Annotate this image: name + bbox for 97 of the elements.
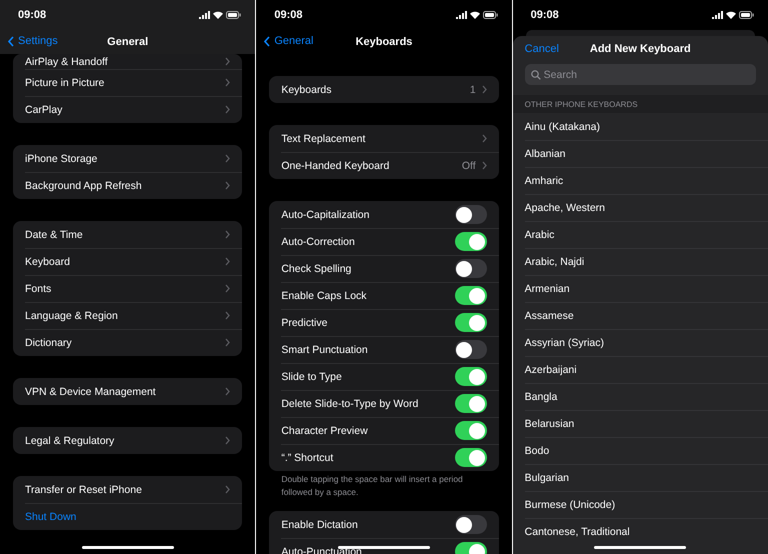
toggle-label: Auto-Correction: [281, 236, 355, 248]
wifi-icon: [726, 11, 736, 19]
toggle-label: “.” Shortcut: [281, 452, 334, 464]
section-header: OTHER IPHONE KEYBOARDS: [512, 95, 768, 113]
battery-icon: [226, 11, 242, 19]
toggle-label: Character Preview: [281, 424, 368, 436]
chevron-left-icon: [8, 36, 14, 46]
list-row[interactable]: VPN & Device Management: [13, 378, 242, 405]
toggle-label: Enable Caps Lock: [281, 290, 367, 302]
list-row[interactable]: Date & Time: [13, 221, 242, 248]
list-row[interactable]: AirPlay & Handoff: [13, 54, 242, 69]
status-time: 09:08: [18, 9, 46, 21]
toggle-label: Smart Punctuation: [281, 344, 368, 356]
chevron-icon: [225, 436, 230, 445]
language-row[interactable]: Belarusian: [512, 410, 768, 437]
toggle-switch[interactable]: [454, 340, 487, 359]
battery-icon: [738, 11, 754, 19]
toggle-label: Predictive: [281, 316, 328, 328]
toggle-switch[interactable]: [454, 421, 487, 440]
toggle-label: Auto-Capitalization: [281, 208, 370, 220]
language-row[interactable]: Burmese (Unicode): [512, 491, 768, 518]
footnote: Double tapping the space bar will insert a period followed by a space.: [280, 473, 464, 499]
list-row[interactable]: Text Replacement: [269, 125, 499, 152]
list-row[interactable]: iPhone Storage: [13, 145, 242, 172]
language-row[interactable]: Apache, Western: [512, 194, 768, 221]
row-value: Off: [462, 160, 476, 172]
status-time: 09:08: [530, 9, 559, 21]
toggle-switch[interactable]: [454, 259, 487, 278]
list-row[interactable]: Background App Refresh: [13, 172, 242, 199]
toggle-switch[interactable]: [454, 286, 487, 305]
chevron-icon: [225, 181, 230, 190]
chevron-icon: [225, 284, 230, 293]
toggle-label: Delete Slide-to-Type by Word: [281, 398, 418, 410]
chevron-icon: [225, 230, 230, 239]
language-row[interactable]: Bodo: [512, 437, 768, 464]
language-row[interactable]: Albanian: [512, 140, 768, 167]
battery-icon: [482, 11, 498, 19]
list-row[interactable]: Dictionary: [13, 329, 242, 356]
wifi-icon: [213, 11, 224, 19]
list-row[interactable]: Transfer or Reset iPhone: [13, 476, 242, 503]
toggle-label: Check Spelling: [281, 262, 352, 274]
status-time: 09:08: [274, 9, 302, 21]
toggle-switch[interactable]: [454, 205, 487, 224]
list-row[interactable]: Language & Region: [13, 302, 242, 329]
chevron-icon: [482, 85, 487, 94]
list-row[interactable]: Fonts: [13, 275, 242, 302]
back-button[interactable]: General: [262, 33, 316, 49]
sheet-title: Add New Keyboard: [590, 43, 691, 55]
language-row[interactable]: Bangla: [512, 383, 768, 410]
list-row[interactable]: CarPlay: [13, 96, 242, 123]
language-row[interactable]: Armenian: [512, 275, 768, 302]
chevron-icon: [225, 485, 230, 494]
language-row[interactable]: Azerbaijani: [512, 356, 768, 383]
chevron-icon: [225, 338, 230, 347]
toggle-label: Slide to Type: [281, 370, 342, 382]
chevron-icon: [225, 387, 230, 396]
chevron-icon: [482, 161, 487, 170]
chevron-icon: [225, 105, 230, 114]
language-row[interactable]: Amharic: [512, 167, 768, 194]
chevron-icon: [225, 78, 230, 87]
chevron-icon: [225, 257, 230, 266]
toggle-switch[interactable]: [454, 367, 487, 386]
chevron-left-icon: [264, 36, 270, 46]
search-icon: [530, 70, 541, 80]
language-row[interactable]: Assyrian (Syriac): [512, 329, 768, 356]
search-field[interactable]: Search: [524, 64, 756, 85]
language-row[interactable]: Assamese: [512, 302, 768, 329]
cancel-button[interactable]: Cancel: [522, 41, 561, 57]
list-row[interactable]: One-Handed Keyboard Off: [269, 152, 499, 179]
language-row[interactable]: Cantonese, Traditional: [512, 518, 768, 545]
toggle-switch[interactable]: [454, 394, 487, 413]
signal-icon: [712, 11, 723, 19]
list-row[interactable]: Picture in Picture: [13, 69, 242, 96]
list-row[interactable]: Legal & Regulatory: [13, 427, 242, 454]
nav-title: General: [107, 36, 148, 48]
toggle-label: Enable Dictation: [281, 518, 358, 530]
chevron-icon: [225, 311, 230, 320]
language-row[interactable]: Bulgarian: [512, 464, 768, 491]
list-row[interactable]: Keyboards 1: [269, 76, 499, 103]
toggle-switch[interactable]: [454, 515, 487, 534]
action-row[interactable]: Shut Down: [13, 503, 242, 530]
toggle-switch[interactable]: [454, 232, 487, 251]
list-row[interactable]: Keyboard: [13, 248, 242, 275]
wifi-icon: [470, 11, 480, 19]
row-value: 1: [470, 84, 476, 96]
toggle-switch[interactable]: [454, 448, 487, 467]
chevron-icon: [225, 154, 230, 163]
language-row[interactable]: Arabic: [512, 221, 768, 248]
back-button[interactable]: Settings: [6, 33, 60, 49]
signal-icon: [199, 11, 210, 19]
signal-icon: [456, 11, 467, 19]
chevron-icon: [482, 134, 487, 143]
toggle-switch[interactable]: [454, 313, 487, 332]
nav-title: Keyboards: [356, 36, 412, 48]
language-row[interactable]: Arabic, Najdi: [512, 248, 768, 275]
language-row[interactable]: Ainu (Katakana): [512, 113, 768, 140]
chevron-icon: [225, 57, 230, 66]
